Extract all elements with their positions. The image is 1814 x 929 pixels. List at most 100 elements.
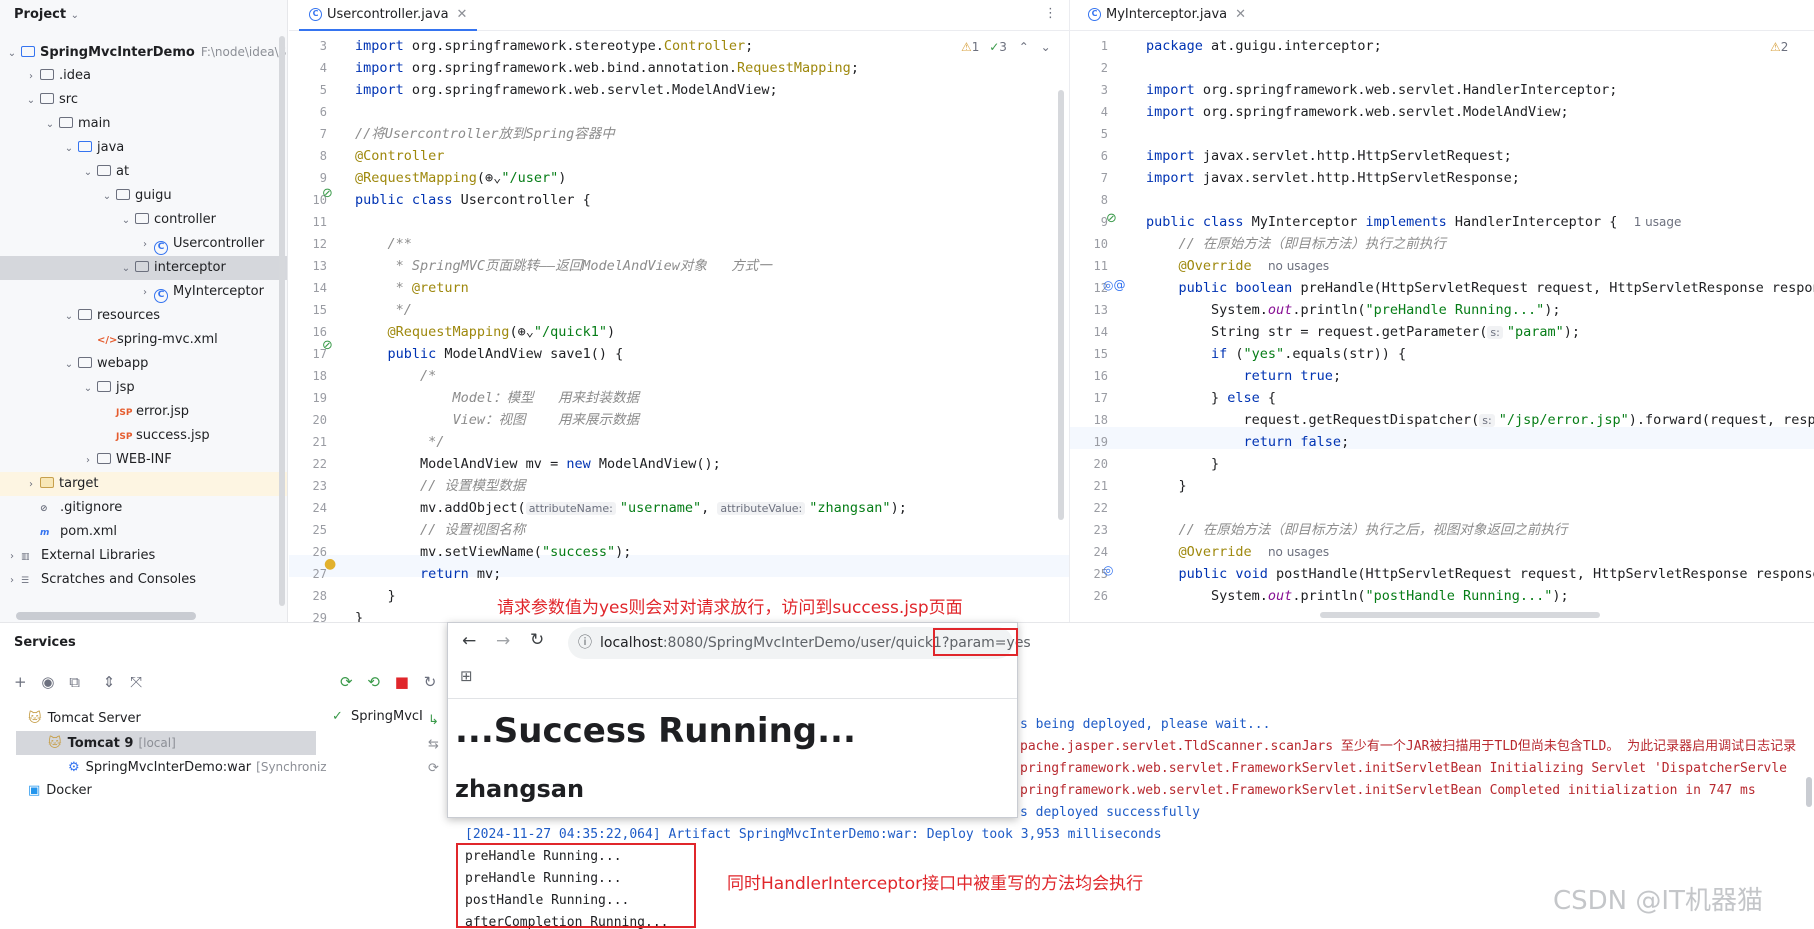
update-icon[interactable]: ⟲ (367, 673, 380, 691)
new-tab-icon[interactable]: ⧉ (69, 673, 80, 691)
chevron-down-icon[interactable]: ⌄ (82, 161, 94, 185)
library-icon: ▥ (21, 552, 30, 562)
more-menu-icon[interactable]: ⋮ (1044, 6, 1057, 21)
chevron-right-icon[interactable]: › (25, 65, 37, 89)
override-gutter-icon[interactable]: ◎@ (1103, 278, 1125, 292)
tree-item[interactable]: m pom.xml (0, 520, 287, 544)
tree-item[interactable]: › target (0, 472, 287, 497)
line-number: 18 (312, 369, 327, 383)
site-info-icon[interactable]: ⓘ (578, 635, 592, 651)
tree-item[interactable]: ⌄ controller (0, 208, 287, 233)
rerun-icon[interactable]: ⟳ (340, 673, 353, 691)
tree-item[interactable]: ⌄ jsp (0, 376, 287, 401)
editor-scrollbar[interactable] (1058, 90, 1064, 520)
tree-item[interactable]: ⌄ resources (0, 304, 287, 329)
console-scrollbar[interactable] (1806, 777, 1812, 807)
close-icon[interactable]: ✕ (1235, 7, 1246, 22)
tree-item[interactable]: ⌄ at (0, 160, 287, 185)
close-icon[interactable]: ✕ (457, 7, 468, 22)
forward-icon[interactable]: → (496, 631, 510, 651)
eye-icon[interactable]: ◉ (41, 673, 54, 691)
deploy-icon[interactable]: ↳ (428, 709, 444, 733)
deployment-item[interactable]: ✓ SpringMvcI (332, 709, 423, 724)
tree-item[interactable]: ⌄ interceptor (0, 256, 287, 281)
code-token: javax.servlet.http.HttpServletResponse; (1202, 170, 1520, 186)
add-icon[interactable]: + (14, 673, 27, 691)
tree-item[interactable]: › C MyInterceptor (0, 280, 287, 305)
tree-item[interactable]: JSP success.jsp (0, 424, 287, 448)
line-number: 28 (312, 589, 327, 603)
chevron-down-icon[interactable]: ⌄ (63, 305, 75, 329)
collapse-all-icon[interactable]: ⤧ (130, 673, 142, 691)
horizontal-scrollbar[interactable] (16, 612, 196, 620)
expand-all-icon[interactable]: ⇕ (103, 673, 116, 691)
chevron-right-icon[interactable]: › (6, 569, 18, 593)
service-item-label: Tomcat 9 (67, 736, 134, 751)
chevron-right-icon[interactable]: › (139, 281, 151, 305)
tree-item[interactable]: ⌄ java (0, 136, 287, 161)
line-number: 15 (312, 303, 327, 317)
tree-item[interactable]: › ☰ Scratches and Consoles (0, 568, 287, 593)
inspection-widget[interactable]: ⚠1 ✓3 ⌃ ⌄ (961, 40, 1051, 54)
chevron-down-icon[interactable]: ⌄ (120, 257, 132, 281)
tree-item[interactable]: ⌄ src (0, 88, 287, 113)
tab-myinterceptor[interactable]: C MyInterceptor.java ✕ (1078, 0, 1256, 31)
chevron-right-icon[interactable]: › (25, 473, 37, 497)
service-item[interactable]: ⚙ SpringMvcInterDemo:war [Synchroniz (0, 755, 327, 779)
chevron-right-icon[interactable]: › (139, 233, 151, 257)
run-gutter-icon[interactable]: ⊘ (322, 186, 333, 201)
reload-icon[interactable]: ↻ (530, 630, 544, 650)
tree-item[interactable]: › ▥ External Libraries (0, 544, 287, 569)
back-icon[interactable]: ← (462, 631, 476, 651)
code-token: ; (1332, 368, 1342, 384)
line-number: 11 (1093, 259, 1108, 273)
tree-item[interactable]: › WEB-INF (0, 448, 287, 473)
tree-item[interactable]: JSP error.jsp (0, 400, 287, 424)
chevron-down-icon[interactable]: ⌄ (44, 113, 56, 137)
run-gutter-icon[interactable]: ⊘ (1106, 211, 1117, 226)
tree-item[interactable]: ⊘ .gitignore (0, 496, 287, 520)
service-item[interactable]: 🐱 Tomcat 9 [local] (16, 731, 316, 755)
tree-item[interactable]: › C Usercontroller (0, 232, 287, 257)
chevron-down-icon[interactable]: ⌄ (63, 353, 75, 377)
refresh-icon[interactable]: ↻ (424, 673, 437, 691)
stop-icon[interactable]: ■ (395, 673, 409, 691)
tree-item[interactable]: ⌄ SpringMvcInterDemo F:\node\idea\Spring (0, 40, 287, 66)
chevron-down-icon[interactable]: ⌄ (63, 137, 75, 161)
chevron-down-icon[interactable]: ⌄ (120, 209, 132, 233)
chevron-right-icon[interactable]: › (6, 545, 18, 569)
tree-item-label: SpringMvcInterDemo (40, 45, 195, 60)
code-line: if ("yes".equals(str)) { (1146, 343, 1406, 365)
code-token: Usercontroller { (460, 192, 591, 208)
docker-icon: ▣ (28, 783, 41, 798)
chevron-down-icon[interactable]: ⌄ (82, 377, 94, 401)
tree-item[interactable]: › .idea (0, 64, 287, 89)
refresh-icon[interactable]: ⟳ (428, 757, 444, 781)
chevron-down-icon: ⌄ (70, 10, 79, 21)
service-item[interactable]: ▣ Docker (0, 779, 320, 803)
chevron-right-icon[interactable]: › (82, 449, 94, 473)
tree-item[interactable]: ⌄ guigu (0, 184, 287, 209)
apps-icon[interactable]: ⊞ (460, 667, 473, 685)
chevron-down-icon[interactable]: ⌄ (6, 42, 18, 66)
undeploy-icon[interactable]: ⇆ (428, 733, 444, 757)
lightbulb-icon[interactable]: ● (324, 556, 336, 572)
line-number: 20 (312, 413, 327, 427)
run-gutter-icon[interactable]: ⊘ (322, 338, 333, 353)
override-gutter-icon[interactable]: ◎ (1103, 563, 1113, 577)
tree-item-label: interceptor (154, 260, 226, 275)
tree-item[interactable]: </>spring-mvc.xml (0, 328, 287, 352)
inspection-widget[interactable]: ⚠2 (1770, 40, 1788, 54)
service-item[interactable]: 🐱 Tomcat Server (0, 707, 320, 731)
code-token: { (1267, 390, 1277, 406)
chevron-down-icon[interactable]: ⌄ (25, 89, 37, 113)
chevron-down-icon[interactable]: ⌄ (101, 185, 113, 209)
tab-usercontroller[interactable]: C Usercontroller.java ✕ (299, 0, 478, 31)
tree-item[interactable]: ⌄ main (0, 112, 287, 137)
chevron-up-icon[interactable]: ⌃ (1019, 40, 1029, 54)
vertical-scrollbar[interactable] (279, 36, 285, 606)
project-panel-header[interactable]: Project ⌄ (0, 0, 287, 32)
tree-item[interactable]: ⌄ webapp (0, 352, 287, 377)
chevron-down-icon[interactable]: ⌄ (1041, 40, 1051, 54)
editor-scrollbar[interactable] (1320, 612, 1600, 618)
